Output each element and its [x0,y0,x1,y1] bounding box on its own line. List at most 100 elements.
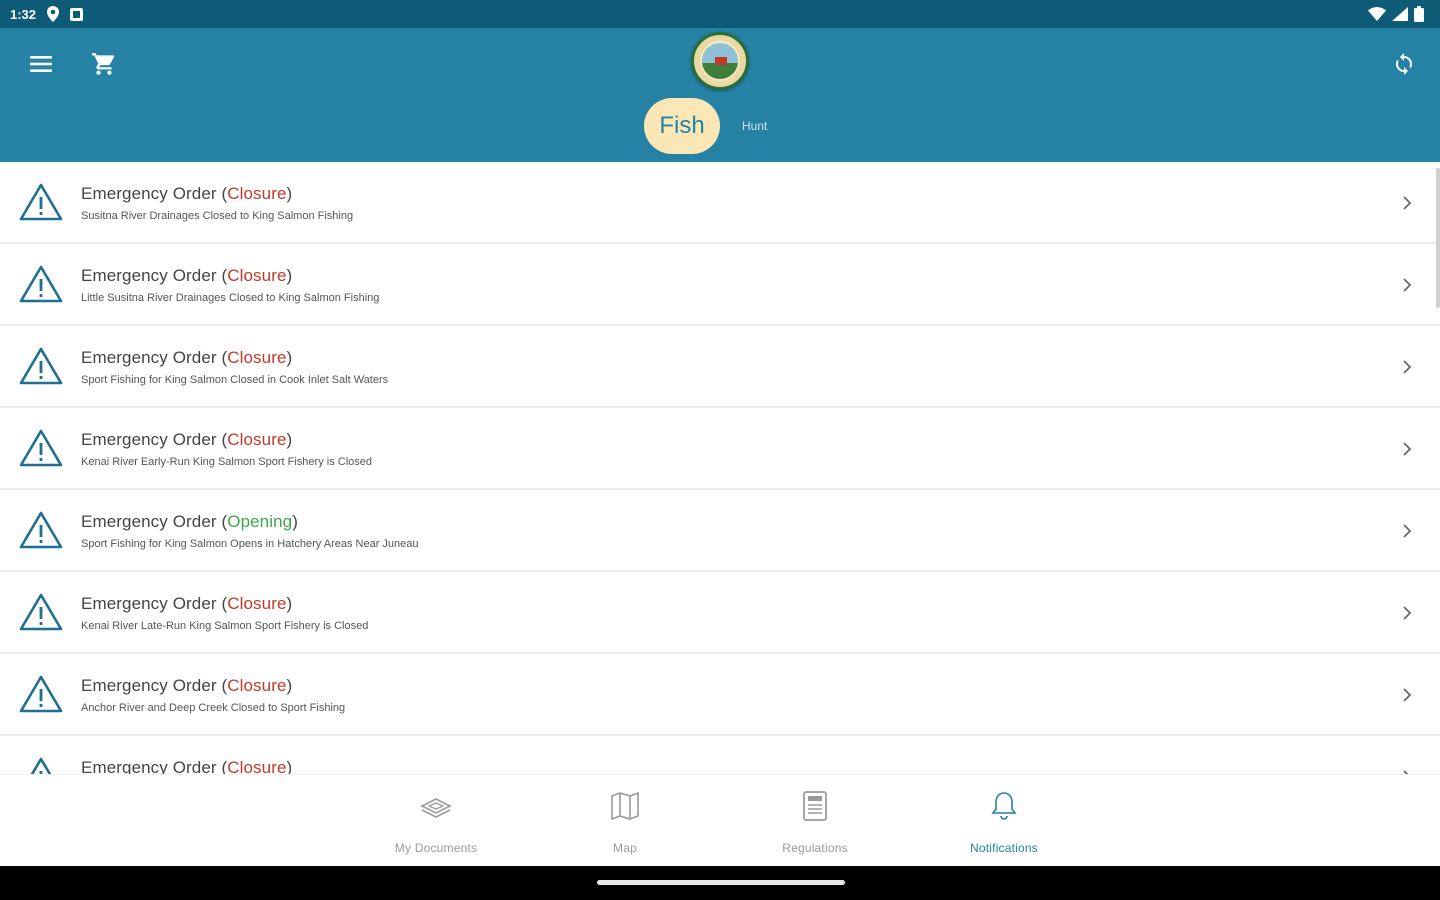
paren-close: ) [286,348,293,367]
notification-row[interactable]: Emergency Order (Closure) [0,736,1440,774]
notification-text: Emergency Order (Closure) Kenai River Lat… [81,594,368,632]
system-navigation-bar [0,866,1440,900]
warning-icon [19,265,63,303]
order-status: Closure [227,594,287,613]
nav-regulations[interactable]: Regulations [750,789,880,859]
bell-icon [987,789,1021,823]
notification-subtitle: Sport Fishing for King Salmon Opens in H… [81,538,419,550]
warning-icon [30,757,52,774]
notification-title: Emergency Order (Closure) [81,594,368,614]
notification-row[interactable]: Emergency Order (Closure) Sport Fishing f… [0,326,1440,408]
order-type: Emergency Order [81,676,222,695]
status-bar: 1:32 [0,0,1440,28]
order-status: Closure [227,348,287,367]
state-seal-logo [691,32,749,90]
order-type: Emergency Order [81,758,222,774]
notification-title: Emergency Order (Closure) [81,348,388,368]
nav-label: Regulations [782,841,848,855]
order-type: Emergency Order [81,594,222,613]
chevron-right-icon [1403,278,1412,292]
shopping-cart-icon [92,53,115,75]
notification-subtitle: Kenai River Early-Run King Salmon Sport … [81,456,373,468]
order-status: Closure [227,676,287,695]
paren-close: ) [286,758,293,774]
paren-close: ) [286,594,293,613]
notification-text: Emergency Order (Closure) Anchor River an… [81,676,345,714]
order-status: Closure [227,266,287,285]
order-type: Emergency Order [81,430,222,449]
notification-title: Emergency Order (Closure) [81,676,345,696]
order-status: Opening [227,512,293,531]
order-status: Closure [227,184,287,203]
tab-hunt[interactable]: Hunt [742,119,767,133]
tab-fish[interactable]: Fish [644,98,720,154]
paren-close: ) [286,184,293,203]
activity-tabs: Fish Hunt [644,98,767,154]
chevron-right-icon [1403,442,1412,456]
notification-subtitle: Kenai River Late-Run King Salmon Sport F… [81,620,369,632]
sync-button[interactable] [1386,46,1422,82]
paren-close: ) [286,430,293,449]
scrollbar[interactable] [1436,168,1440,308]
nav-label: Notifications [970,841,1038,855]
order-status: Closure [227,430,287,449]
warning-icon [19,429,63,467]
notification-row[interactable]: Emergency Order (Closure) Susitna River D… [0,162,1440,244]
chevron-right-icon [1403,196,1412,210]
menu-button[interactable] [22,48,60,80]
notification-text: Emergency Order (Closure) Susitna River D… [81,184,353,222]
paren-close: ) [292,512,298,531]
notification-text: Emergency Order (Closure) Little Susitna … [81,266,379,304]
notification-text: Emergency Order (Closure) Sport Fishing f… [81,348,388,386]
nav-my-documents[interactable]: My Documents [371,789,501,859]
notification-subtitle: Little Susitna River Drainages Closed to… [81,292,380,304]
paren-close: ) [286,266,293,285]
app-bar: Fish Hunt [0,28,1440,162]
notification-row[interactable]: Emergency Order (Opening) Sport Fishing f… [0,490,1440,572]
chevron-right-icon [1403,606,1412,620]
notification-title: Emergency Order (Opening) [81,512,419,532]
regulations-icon [798,789,832,823]
nav-notifications[interactable]: Notifications [939,789,1069,859]
notification-text: Emergency Order (Opening) Sport Fishing f… [81,512,419,550]
notification-title: Emergency Order (Closure) [81,430,372,450]
nav-label: My Documents [394,841,478,855]
chevron-right-icon [1403,360,1412,374]
notification-title: Emergency Order (Closure) [81,758,292,774]
location-icon [47,6,60,22]
notification-row[interactable]: Emergency Order (Closure) Kenai River Lat… [0,572,1440,654]
order-type: Emergency Order [81,348,222,367]
notification-subtitle: Anchor River and Deep Creek Closed to Sp… [81,702,346,714]
notification-row[interactable]: Emergency Order (Closure) Anchor River an… [0,654,1440,736]
bottom-navigation: My Documents Map Regulations Notificatio… [0,774,1440,866]
wifi-icon [1368,7,1386,21]
warning-icon [19,511,63,549]
notification-row[interactable]: Emergency Order (Closure) Little Susitna … [0,244,1440,326]
order-status: Closure [227,758,287,774]
notifications-list: Emergency Order (Closure) Susitna River D… [0,162,1440,774]
paren-close: ) [286,676,293,695]
status-time: 1:32 [10,6,37,22]
nav-label: Map [613,841,637,855]
home-gesture-handle[interactable] [597,880,845,885]
warning-icon [19,593,63,631]
signal-icon [1392,7,1408,21]
warning-icon [19,183,63,221]
notification-app-icon [70,7,84,21]
warning-icon [19,347,63,385]
notification-subtitle: Sport Fishing for King Salmon Closed in … [81,374,389,386]
battery-icon [1414,6,1424,22]
chevron-right-icon [1403,688,1412,702]
notification-text: Emergency Order (Closure) [81,758,292,774]
sync-icon [1396,53,1412,75]
map-icon [608,789,642,823]
nav-map[interactable]: Map [560,789,690,859]
warning-icon [19,675,63,713]
chevron-right-icon [1403,524,1412,538]
order-type: Emergency Order [81,184,222,203]
notification-row[interactable]: Emergency Order (Closure) Kenai River Ear… [0,408,1440,490]
notification-title: Emergency Order (Closure) [81,266,379,286]
cart-button[interactable] [86,46,122,82]
documents-icon [419,789,453,823]
notification-title: Emergency Order (Closure) [81,184,353,204]
